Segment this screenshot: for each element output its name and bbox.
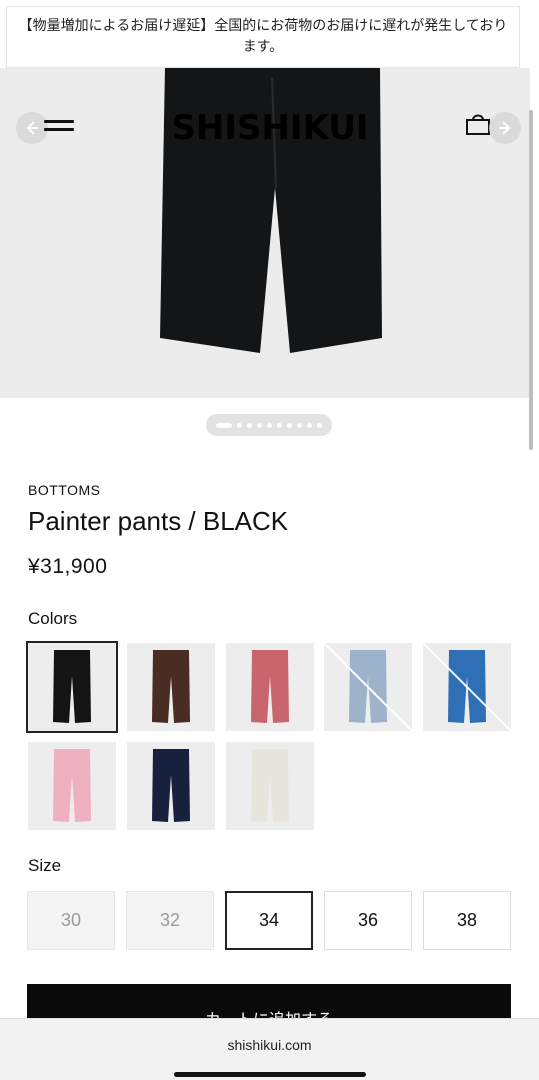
carousel-dot[interactable] [287, 422, 292, 428]
carousel-next-button[interactable] [489, 112, 521, 144]
product-title: Painter pants / BLACK [28, 506, 289, 536]
url-text: shishikui.com [227, 1037, 312, 1053]
color-swatch-ivory[interactable] [226, 742, 314, 830]
browser-address-bar[interactable]: shishikui.com [0, 1018, 539, 1080]
color-swatch-rose[interactable] [226, 643, 314, 731]
size-option-32[interactable]: 32 [126, 891, 214, 950]
carousel-dot[interactable] [317, 422, 322, 428]
size-option-30[interactable]: 30 [27, 891, 115, 950]
cart-icon[interactable] [464, 110, 492, 143]
color-swatch-navy[interactable] [127, 742, 215, 830]
carousel-dot[interactable] [297, 422, 302, 428]
colors-label: Colors [28, 609, 78, 628]
color-swatch-light-blue[interactable] [324, 643, 412, 731]
carousel-dot[interactable] [307, 422, 312, 428]
shipping-delay-notice: 【物量増加によるお届け遅延】全国的にお荷物のお届けに遅れが発生しております。 [6, 6, 520, 68]
carousel-dot[interactable] [257, 422, 262, 428]
arrow-left-icon [26, 121, 38, 135]
site-header: SHISHIKUI [0, 100, 539, 155]
menu-icon[interactable] [44, 118, 74, 138]
page-scrollbar[interactable] [529, 110, 533, 450]
product-category: BOTTOMS [28, 482, 101, 498]
carousel-dot[interactable] [247, 422, 252, 428]
color-swatch-blue[interactable] [423, 643, 511, 731]
carousel-dot[interactable] [237, 422, 242, 428]
color-swatch-pink[interactable] [28, 742, 116, 830]
product-price: ¥31,900 [28, 555, 108, 578]
size-option-36[interactable]: 36 [324, 891, 412, 950]
home-indicator [174, 1072, 366, 1077]
site-logo[interactable]: SHISHIKUI [120, 108, 420, 148]
size-option-38[interactable]: 38 [423, 891, 511, 950]
carousel-dot[interactable] [216, 422, 232, 428]
size-label: Size [28, 856, 62, 875]
arrow-right-icon [499, 121, 511, 135]
color-swatch-brown[interactable] [127, 643, 215, 731]
carousel-pagination[interactable] [206, 414, 332, 436]
carousel-dot[interactable] [267, 422, 272, 428]
size-option-34[interactable]: 34 [225, 891, 313, 950]
carousel-dot[interactable] [277, 422, 282, 428]
color-swatch-black[interactable] [26, 641, 118, 733]
notice-text: 【物量増加によるお届け遅延】全国的にお荷物のお届けに遅れが発生しております。 [18, 18, 508, 55]
